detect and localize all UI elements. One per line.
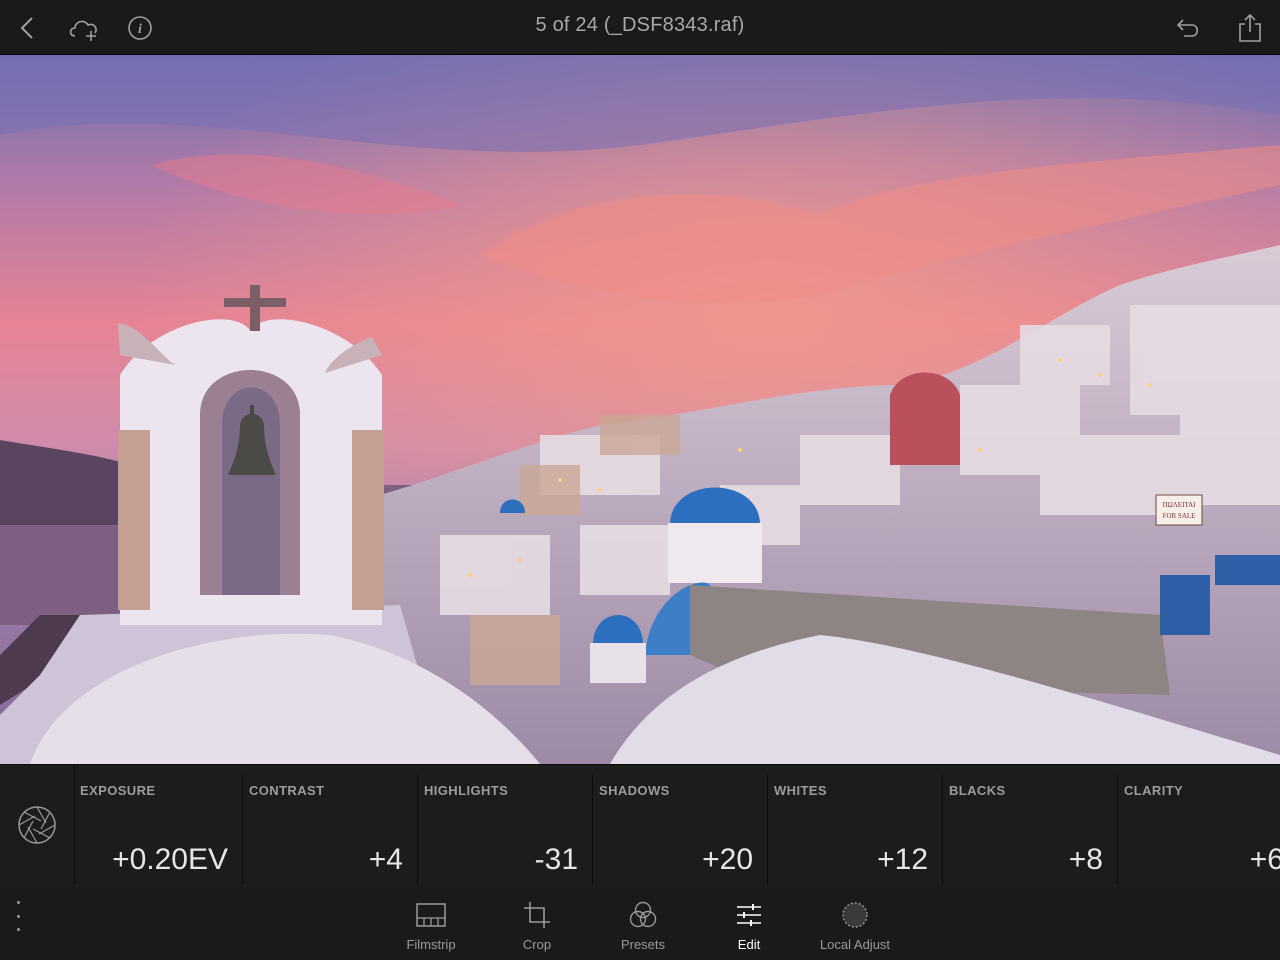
tool-filmstrip[interactable]: Filmstrip xyxy=(381,899,481,955)
tool-edit[interactable]: Edit xyxy=(699,899,799,955)
more-options-icon[interactable] xyxy=(8,901,28,931)
slider-clarity[interactable]: CLARITY +6 xyxy=(1118,775,1280,885)
sign-text-line2: FOR SALE xyxy=(1163,512,1196,520)
tool-label: Local Adjust xyxy=(819,937,891,952)
sign-text-line1: ΠΩΛΕΙΤΑΙ xyxy=(1162,501,1196,509)
local-adjust-icon xyxy=(805,899,905,931)
bottom-toolbar: Filmstrip Crop Presets Edit Local Adjust xyxy=(0,887,1280,960)
slider-value: -31 xyxy=(534,843,578,876)
tool-crop[interactable]: Crop xyxy=(487,899,587,955)
profile-aperture-icon[interactable] xyxy=(0,765,75,885)
crop-icon xyxy=(487,899,587,931)
slider-whites[interactable]: WHITES +12 xyxy=(768,775,943,885)
slider-label: WHITES xyxy=(774,783,827,798)
photo-preview[interactable]: ΠΩΛΕΙΤΑΙ FOR SALE xyxy=(0,55,1280,764)
share-icon[interactable] xyxy=(1232,10,1268,46)
edit-sliders-icon xyxy=(699,899,799,931)
slider-highlights[interactable]: HIGHLIGHTS -31 xyxy=(418,775,593,885)
page-title: 5 of 24 (_DSF8343.raf) xyxy=(535,14,745,36)
slider-label: BLACKS xyxy=(949,783,1006,798)
tool-presets[interactable]: Presets xyxy=(593,899,693,955)
slider-value: +4 xyxy=(368,843,403,876)
slider-value: +8 xyxy=(1068,843,1103,876)
slider-value: +20 xyxy=(702,843,753,876)
adjustment-strip: EXPOSURE +0.20EV CONTRAST +4 HIGHLIGHTS … xyxy=(0,764,1280,888)
slider-label: SHADOWS xyxy=(599,783,670,798)
slider-exposure[interactable]: EXPOSURE +0.20EV xyxy=(74,775,243,885)
slider-label: EXPOSURE xyxy=(80,783,156,798)
slider-shadows[interactable]: SHADOWS +20 xyxy=(593,775,768,885)
slider-blacks[interactable]: BLACKS +8 xyxy=(943,775,1118,885)
undo-icon[interactable] xyxy=(1170,10,1206,46)
slider-value: +0.20EV xyxy=(112,843,228,876)
tool-label: Crop xyxy=(522,937,552,952)
slider-contrast[interactable]: CONTRAST +4 xyxy=(243,775,418,885)
tool-label: Presets xyxy=(620,937,666,952)
tool-local-adjust[interactable]: Local Adjust xyxy=(805,899,905,955)
slider-label: CONTRAST xyxy=(249,783,325,798)
slider-value: +12 xyxy=(877,843,928,876)
presets-icon xyxy=(593,899,693,931)
tool-label: Edit xyxy=(737,937,761,952)
top-bar: i 5 of 24 (_DSF8343.raf) xyxy=(0,0,1280,55)
slider-label: CLARITY xyxy=(1124,783,1184,798)
tool-label: Filmstrip xyxy=(406,937,456,952)
slider-value: +6 xyxy=(1249,843,1280,876)
filmstrip-icon xyxy=(381,899,481,931)
slider-label: HIGHLIGHTS xyxy=(424,783,509,798)
